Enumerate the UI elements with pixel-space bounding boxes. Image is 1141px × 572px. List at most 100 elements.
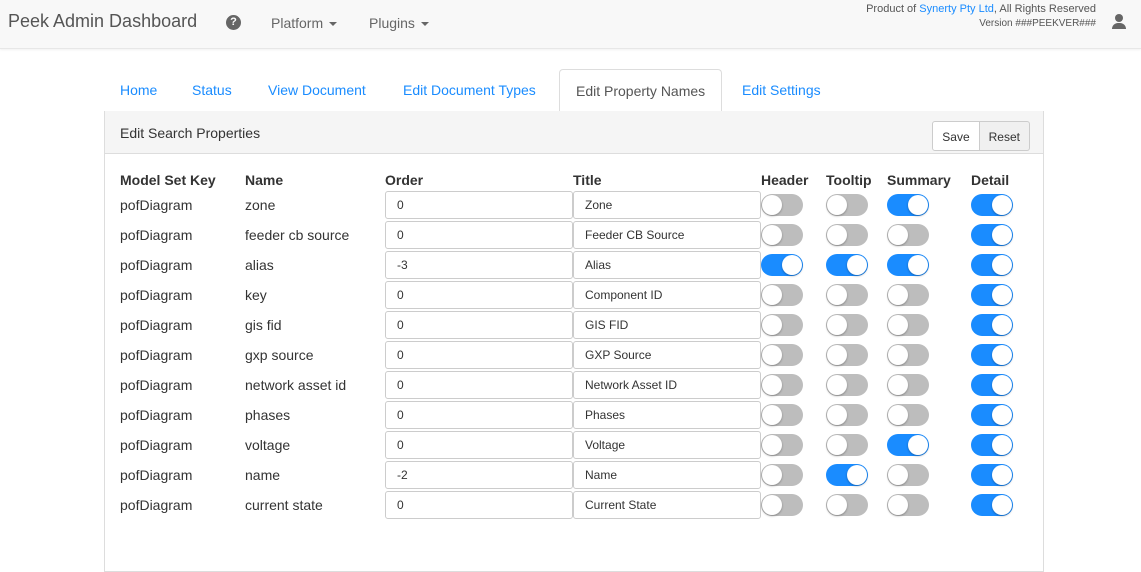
tooltip-toggle[interactable] bbox=[826, 314, 868, 336]
summary-toggle[interactable] bbox=[887, 374, 929, 396]
header-toggle[interactable] bbox=[761, 284, 803, 306]
header-toggle[interactable] bbox=[761, 254, 803, 276]
brand-title[interactable]: Peek Admin Dashboard bbox=[8, 11, 197, 32]
property-name-cell: gis fid bbox=[245, 317, 282, 333]
detail-toggle[interactable] bbox=[971, 464, 1013, 486]
summary-toggle[interactable] bbox=[887, 224, 929, 246]
save-button[interactable]: Save bbox=[932, 121, 980, 151]
detail-toggle[interactable] bbox=[971, 314, 1013, 336]
header-toggle[interactable] bbox=[761, 494, 803, 516]
tab-view-document[interactable]: View Document bbox=[252, 69, 382, 110]
toggle-knob bbox=[827, 375, 847, 395]
summary-toggle[interactable] bbox=[887, 194, 929, 216]
summary-toggle[interactable] bbox=[887, 314, 929, 336]
tooltip-toggle[interactable] bbox=[826, 344, 868, 366]
tab-status[interactable]: Status bbox=[176, 69, 248, 110]
tooltip-toggle[interactable] bbox=[826, 254, 868, 276]
order-input[interactable]: 0 bbox=[385, 311, 573, 339]
synerty-link[interactable]: Synerty Pty Ltd bbox=[919, 3, 994, 15]
tooltip-toggle[interactable] bbox=[826, 434, 868, 456]
header-toggle[interactable] bbox=[761, 344, 803, 366]
order-input[interactable]: 0 bbox=[385, 371, 573, 399]
tooltip-toggle[interactable] bbox=[826, 494, 868, 516]
detail-toggle[interactable] bbox=[971, 344, 1013, 366]
summary-toggle[interactable] bbox=[887, 434, 929, 456]
tab-home[interactable]: Home bbox=[104, 69, 173, 110]
order-input[interactable]: 0 bbox=[385, 431, 573, 459]
platform-menu[interactable]: Platform bbox=[271, 15, 338, 31]
title-input[interactable]: Alias bbox=[573, 251, 761, 279]
title-input[interactable]: Name bbox=[573, 461, 761, 489]
property-name-cell: alias bbox=[245, 257, 274, 273]
title-input[interactable]: Phases bbox=[573, 401, 761, 429]
title-input[interactable]: Current State bbox=[573, 491, 761, 519]
detail-toggle[interactable] bbox=[971, 224, 1013, 246]
property-name-cell: voltage bbox=[245, 437, 291, 453]
summary-toggle[interactable] bbox=[887, 284, 929, 306]
toggle-knob bbox=[762, 195, 782, 215]
toggle-knob bbox=[908, 435, 928, 455]
detail-toggle[interactable] bbox=[971, 494, 1013, 516]
header-toggle[interactable] bbox=[761, 194, 803, 216]
order-input[interactable]: 0 bbox=[385, 341, 573, 369]
detail-toggle[interactable] bbox=[971, 254, 1013, 276]
header-toggle[interactable] bbox=[761, 434, 803, 456]
toggle-knob bbox=[888, 285, 908, 305]
order-input[interactable]: 0 bbox=[385, 191, 573, 219]
tooltip-toggle[interactable] bbox=[826, 284, 868, 306]
title-input[interactable]: Zone bbox=[573, 191, 761, 219]
column-header-detail: Detail bbox=[971, 172, 1010, 188]
user-icon[interactable] bbox=[1111, 14, 1127, 30]
header-toggle[interactable] bbox=[761, 224, 803, 246]
model-set-key-cell: pofDiagram bbox=[120, 377, 193, 393]
summary-toggle[interactable] bbox=[887, 494, 929, 516]
summary-toggle[interactable] bbox=[887, 464, 929, 486]
panel-heading: Edit Search Properties Save Reset bbox=[105, 111, 1043, 154]
order-input[interactable]: -2 bbox=[385, 461, 573, 489]
detail-toggle[interactable] bbox=[971, 404, 1013, 426]
title-input[interactable]: Voltage bbox=[573, 431, 761, 459]
model-set-key-cell: pofDiagram bbox=[120, 317, 193, 333]
header-toggle[interactable] bbox=[761, 314, 803, 336]
title-input[interactable]: GIS FID bbox=[573, 311, 761, 339]
product-prefix: Product of bbox=[866, 3, 920, 15]
tooltip-toggle[interactable] bbox=[826, 404, 868, 426]
order-input[interactable]: 0 bbox=[385, 221, 573, 249]
detail-toggle[interactable] bbox=[971, 434, 1013, 456]
model-set-key-cell: pofDiagram bbox=[120, 257, 193, 273]
title-input[interactable]: GXP Source bbox=[573, 341, 761, 369]
title-input[interactable]: Feeder CB Source bbox=[573, 221, 761, 249]
detail-toggle[interactable] bbox=[971, 194, 1013, 216]
column-header-tooltip: Tooltip bbox=[826, 172, 872, 188]
title-input[interactable]: Component ID bbox=[573, 281, 761, 309]
title-input[interactable]: Network Asset ID bbox=[573, 371, 761, 399]
tab-edit-property-names[interactable]: Edit Property Names bbox=[559, 69, 723, 113]
reset-button[interactable]: Reset bbox=[979, 121, 1030, 151]
order-input[interactable]: -3 bbox=[385, 251, 573, 279]
property-name-cell: name bbox=[245, 467, 281, 483]
toggle-knob bbox=[762, 405, 782, 425]
detail-toggle[interactable] bbox=[971, 374, 1013, 396]
column-header-model-set-key: Model Set Key bbox=[120, 172, 216, 188]
header-toggle[interactable] bbox=[761, 374, 803, 396]
summary-toggle[interactable] bbox=[887, 254, 929, 276]
toggle-knob bbox=[827, 225, 847, 245]
tooltip-toggle[interactable] bbox=[826, 374, 868, 396]
order-input[interactable]: 0 bbox=[385, 401, 573, 429]
column-header-order: Order bbox=[385, 172, 424, 188]
tooltip-toggle[interactable] bbox=[826, 464, 868, 486]
header-toggle[interactable] bbox=[761, 404, 803, 426]
tab-edit-settings[interactable]: Edit Settings bbox=[726, 69, 837, 110]
tab-edit-document-types[interactable]: Edit Document Types bbox=[387, 69, 552, 110]
tooltip-toggle[interactable] bbox=[826, 194, 868, 216]
toggle-knob bbox=[782, 255, 802, 275]
summary-toggle[interactable] bbox=[887, 344, 929, 366]
tooltip-toggle[interactable] bbox=[826, 224, 868, 246]
order-input[interactable]: 0 bbox=[385, 281, 573, 309]
question-circle-icon[interactable]: ? bbox=[226, 15, 241, 30]
order-input[interactable]: 0 bbox=[385, 491, 573, 519]
plugins-menu[interactable]: Plugins bbox=[369, 15, 429, 31]
summary-toggle[interactable] bbox=[887, 404, 929, 426]
header-toggle[interactable] bbox=[761, 464, 803, 486]
detail-toggle[interactable] bbox=[971, 284, 1013, 306]
